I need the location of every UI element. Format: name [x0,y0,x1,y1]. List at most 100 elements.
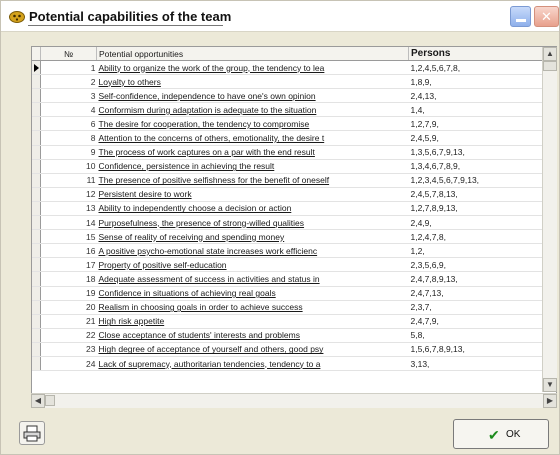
row-number-cell[interactable]: 13 [40,201,97,217]
scroll-left-button[interactable]: ◀ [31,394,45,408]
persons-cell[interactable]: 2,3,7, [408,300,547,315]
row-indicator[interactable] [32,88,41,104]
row-number-cell[interactable]: 16 [40,243,97,259]
row-number-cell[interactable]: 17 [40,257,97,273]
ok-button[interactable]: ✔ OK [453,419,549,449]
row-indicator[interactable] [32,173,41,188]
opportunity-cell[interactable]: A positive psycho-emotional state increa… [96,243,409,259]
persons-cell[interactable]: 1,2,4,5,6,7,8, [408,60,547,76]
row-number-cell[interactable]: 11 [40,173,97,188]
row-indicator[interactable] [32,60,41,76]
table-row[interactable]: 10 Confidence, persistence in achieving t… [32,159,547,174]
opportunity-cell[interactable]: Conformism during adaptation is adequate… [96,102,409,118]
table-row[interactable]: 12 Persistent desire to work 2,4,5,7,8,13, [32,187,547,202]
row-number-cell[interactable]: 9 [40,145,97,160]
persons-cell[interactable]: 1,2,7,8,9,13, [408,201,547,217]
print-button[interactable] [19,421,45,445]
opportunity-cell[interactable]: High degree of acceptance of yourself an… [96,342,409,357]
persons-cell[interactable]: 2,3,5,6,9, [408,257,547,273]
table-row[interactable]: 24 Lack of supremacy, authoritarian tende… [32,356,547,372]
table-row[interactable]: 8 Attention to the concerns of others, em… [32,130,547,146]
opportunity-cell[interactable]: Sense of reality of receiving and spendi… [96,229,409,245]
opportunity-cell[interactable]: Attention to the concerns of others, emo… [96,130,409,146]
capabilities-grid[interactable]: № Potential opportunities Persons 1 Abili… [31,46,557,394]
opportunity-cell[interactable]: Realism in choosing goals in order to ac… [96,300,409,315]
table-row[interactable]: 14 Purposefulness, the presence of strong… [32,215,547,231]
table-row[interactable]: 13 Ability to independently choose a deci… [32,201,547,217]
table-row[interactable]: 3 Self-confidence, independence to have o… [32,88,547,104]
row-number-cell[interactable]: 15 [40,229,97,245]
row-number-cell[interactable]: 2 [40,74,97,90]
scroll-down-button[interactable]: ▼ [543,378,557,392]
row-indicator[interactable] [32,342,41,357]
table-row[interactable]: 2 Loyalty to others 1,8,9, [32,74,547,90]
row-number-cell[interactable]: 22 [40,328,97,343]
opportunity-cell[interactable]: High risk appetite [96,314,409,329]
opportunity-cell[interactable]: Adequate assessment of success in activi… [96,271,409,287]
opportunity-cell[interactable]: Ability to independently choose a decisi… [96,201,409,217]
row-number-cell[interactable]: 3 [40,88,97,104]
vertical-scrollbar[interactable]: ▲ ▼ [542,47,557,392]
row-indicator[interactable] [32,159,41,174]
row-indicator[interactable] [32,271,41,287]
scroll-up-button[interactable]: ▲ [543,47,557,61]
persons-cell[interactable]: 2,4,5,9, [408,130,547,146]
persons-cell[interactable]: 1,2,3,4,5,6,7,9,13, [408,173,547,188]
opportunity-cell[interactable]: Self-confidence, independence to have on… [96,88,409,104]
opportunity-cell[interactable]: The desire for cooperation, the tendency… [96,116,409,132]
row-number-cell[interactable]: 10 [40,159,97,174]
opportunity-cell[interactable]: Confidence, persistence in achieving the… [96,159,409,174]
row-indicator[interactable] [32,116,41,132]
persons-cell[interactable]: 1,2,7,9, [408,116,547,132]
opportunity-cell[interactable]: The presence of positive selfishness for… [96,173,409,188]
table-row[interactable]: 22 Close acceptance of students' interest… [32,328,547,343]
row-indicator[interactable] [32,215,41,231]
row-indicator[interactable] [32,286,41,301]
row-indicator[interactable] [32,74,41,90]
opportunity-cell[interactable]: Purposefulness, the presence of strong-w… [96,215,409,231]
column-header-persons[interactable]: Persons [408,47,547,61]
table-row[interactable]: 4 Conformism during adaptation is adequat… [32,102,547,118]
table-row[interactable]: 18 Adequate assessment of success in acti… [32,271,547,287]
persons-cell[interactable]: 2,4,13, [408,88,547,104]
row-number-cell[interactable]: 6 [40,116,97,132]
column-header-opportunities[interactable]: Potential opportunities [96,47,409,61]
row-indicator[interactable] [32,314,41,329]
opportunity-cell[interactable]: Persistent desire to work [96,187,409,202]
persons-cell[interactable]: 5,8, [408,328,547,343]
row-number-cell[interactable]: 20 [40,300,97,315]
row-indicator[interactable] [32,300,41,315]
persons-cell[interactable]: 1,8,9, [408,74,547,90]
persons-cell[interactable]: 1,4, [408,102,547,118]
persons-cell[interactable]: 2,4,7,8,9,13, [408,271,547,287]
persons-cell[interactable]: 1,3,4,6,7,8,9, [408,159,547,174]
row-indicator[interactable] [32,243,41,259]
row-indicator[interactable] [32,102,41,118]
row-indicator[interactable] [32,201,41,217]
row-number-cell[interactable]: 18 [40,271,97,287]
persons-cell[interactable]: 2,4,7,9, [408,314,547,329]
vertical-scroll-thumb[interactable] [543,61,557,71]
horizontal-scroll-thumb[interactable] [45,395,55,406]
persons-cell[interactable]: 2,4,5,7,8,13, [408,187,547,202]
persons-cell[interactable]: 1,3,5,6,7,9,13, [408,145,547,160]
row-indicator[interactable] [32,187,41,202]
row-indicator[interactable] [32,130,41,146]
row-indicator[interactable] [32,356,41,372]
persons-cell[interactable]: 1,2, [408,243,547,259]
scroll-right-button[interactable]: ▶ [543,394,557,408]
row-number-cell[interactable]: 23 [40,342,97,357]
horizontal-scrollbar[interactable]: ◀ ▶ [31,393,557,408]
opportunity-cell[interactable]: Confidence in situations of achieving re… [96,286,409,301]
row-indicator[interactable] [32,229,41,245]
opportunity-cell[interactable]: Ability to organize the work of the grou… [96,60,409,76]
opportunity-cell[interactable]: Loyalty to others [96,74,409,90]
table-row[interactable]: 17 Property of positive self-education 2,3… [32,257,547,273]
row-indicator[interactable] [32,257,41,273]
table-row[interactable]: 16 A positive psycho-emotional state incr… [32,243,547,259]
row-number-cell[interactable]: 24 [40,356,97,372]
opportunity-cell[interactable]: The process of work captures on a par wi… [96,145,409,160]
row-number-cell[interactable]: 19 [40,286,97,301]
opportunity-cell[interactable]: Close acceptance of students' interests … [96,328,409,343]
column-header-number[interactable]: № [40,47,97,61]
